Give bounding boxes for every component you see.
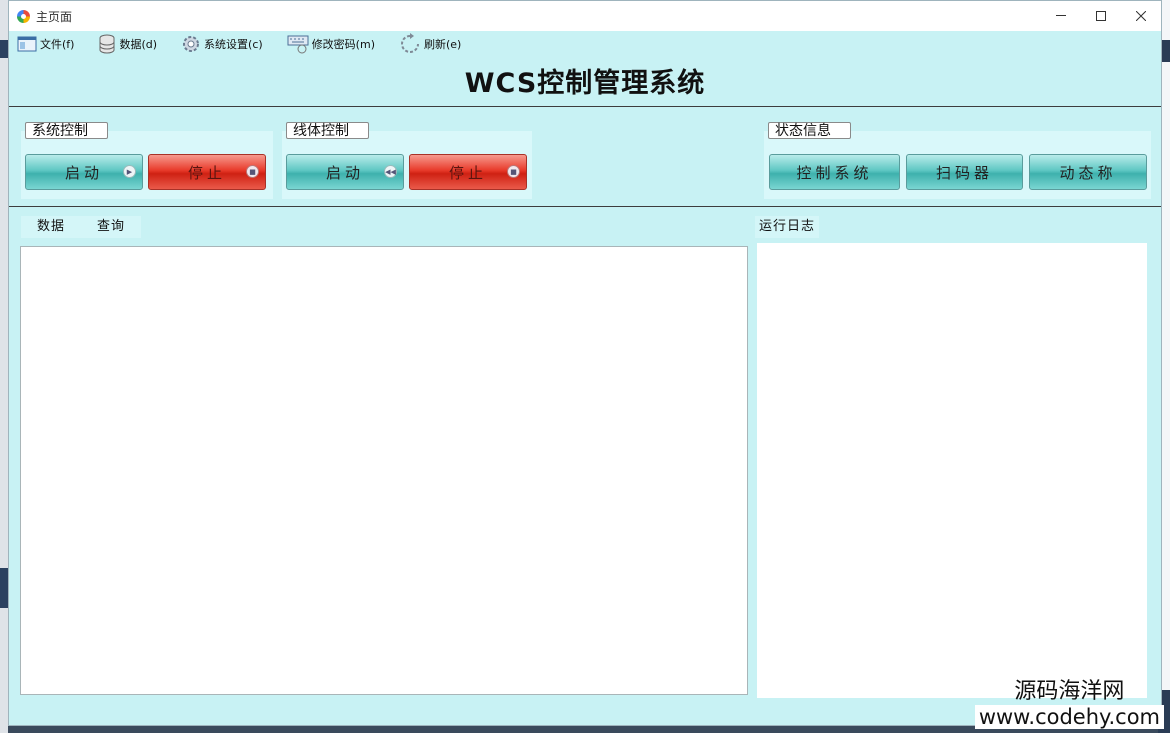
stop-icon: ■ bbox=[246, 165, 259, 178]
line-stop-button[interactable]: 停止 ■ bbox=[409, 154, 527, 190]
log-tabstrip: 运行日志 bbox=[755, 216, 820, 238]
menu-label: 修改密码(m) bbox=[311, 38, 375, 51]
run-log-label: 运行日志 bbox=[755, 216, 820, 238]
window-title: 主页面 bbox=[36, 9, 73, 24]
data-grid-panel[interactable] bbox=[20, 246, 748, 695]
run-log-panel[interactable] bbox=[757, 243, 1147, 698]
button-label: 扫码器 bbox=[935, 163, 993, 182]
data-tabstrip: 数据 查询 bbox=[21, 216, 142, 238]
tab-query[interactable]: 查询 bbox=[81, 216, 142, 238]
title-bar: 主页面 bbox=[9, 1, 1161, 31]
button-label: 控制系统 bbox=[796, 163, 873, 182]
watermark-url: www.codehy.com bbox=[974, 705, 1164, 729]
scanner-button[interactable]: 扫码器 bbox=[906, 154, 1023, 190]
close-button[interactable] bbox=[1121, 1, 1161, 31]
watermark-title: 源码海洋网 bbox=[1014, 679, 1125, 704]
menu-system-settings[interactable]: 系统设置(c) bbox=[181, 34, 263, 54]
close-icon bbox=[1136, 11, 1146, 21]
divider bbox=[9, 206, 1161, 207]
system-stop-button[interactable]: 停止 ■ bbox=[148, 154, 266, 190]
button-label: 动态称 bbox=[1059, 163, 1117, 182]
system-start-button[interactable]: 启动 ▶ bbox=[25, 154, 143, 190]
menu-label: 系统设置(c) bbox=[204, 38, 263, 51]
button-label: 停止 bbox=[448, 163, 487, 182]
menu-label: 数据(d) bbox=[119, 38, 158, 51]
divider bbox=[9, 106, 1161, 107]
play-icon: ▶ bbox=[123, 165, 136, 178]
background-block bbox=[0, 568, 8, 608]
maximize-button[interactable] bbox=[1081, 1, 1121, 31]
app-logo-icon bbox=[17, 9, 30, 23]
page-title: WCS控制管理系统 bbox=[464, 68, 706, 99]
background-block bbox=[0, 40, 8, 58]
database-icon bbox=[99, 34, 115, 54]
keyboard-icon bbox=[287, 35, 309, 54]
dynamic-scale-button[interactable]: 动态称 bbox=[1029, 154, 1147, 190]
gear-icon bbox=[183, 36, 200, 52]
menu-refresh[interactable]: 刷新(e) bbox=[399, 33, 461, 55]
minimize-icon bbox=[1056, 15, 1066, 16]
folder-window-icon bbox=[17, 36, 37, 52]
system-control-label: 系统控制 bbox=[25, 122, 108, 139]
background-window-left-edge bbox=[0, 0, 8, 733]
menu-data[interactable]: 数据(d) bbox=[98, 34, 157, 54]
watermark: 源码海洋网 www.codehy.com bbox=[974, 679, 1164, 729]
menu-label: 刷新(e) bbox=[424, 38, 462, 51]
status-info-label: 状态信息 bbox=[768, 122, 851, 139]
control-system-button[interactable]: 控制系统 bbox=[769, 154, 900, 190]
menu-file[interactable]: 文件(f) bbox=[17, 35, 74, 53]
button-label: 启动 bbox=[64, 163, 103, 182]
line-start-button[interactable]: 启动 ◀◀ bbox=[286, 154, 404, 190]
tab-data[interactable]: 数据 bbox=[21, 216, 82, 238]
menu-change-password[interactable]: 修改密码(m) bbox=[287, 34, 375, 54]
minimize-button[interactable] bbox=[1041, 1, 1081, 31]
maximize-icon bbox=[1096, 11, 1106, 21]
main-window: 主页面 文件(f) 数据(d) 系统设置(c) 修改密码(m) 刷新(e) WC… bbox=[8, 0, 1162, 726]
menu-label: 文件(f) bbox=[40, 38, 75, 51]
button-label: 启动 bbox=[325, 163, 364, 182]
stop-icon: ■ bbox=[507, 165, 520, 178]
menu-bar: 文件(f) 数据(d) 系统设置(c) 修改密码(m) 刷新(e) bbox=[9, 31, 1161, 57]
button-label: 停止 bbox=[187, 163, 226, 182]
line-control-label: 线体控制 bbox=[286, 122, 369, 139]
refresh-icon bbox=[401, 33, 419, 53]
rewind-icon: ◀◀ bbox=[384, 165, 397, 178]
